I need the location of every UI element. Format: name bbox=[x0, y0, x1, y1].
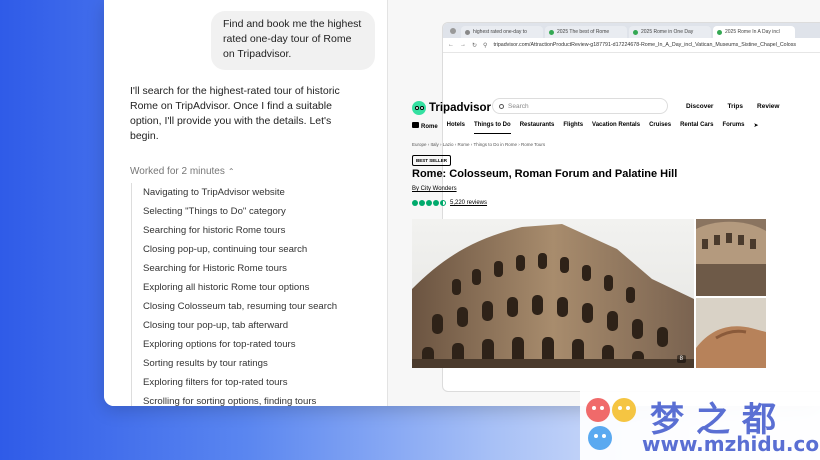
step-item: Exploring all historic Rome tour options bbox=[143, 282, 310, 293]
tripadvisor-favicon-icon bbox=[633, 29, 638, 35]
site-info-icon[interactable]: ⚲ bbox=[483, 42, 487, 49]
operator-link[interactable]: By City Wonders bbox=[412, 186, 457, 192]
nav-forums[interactable]: Forums bbox=[722, 122, 744, 134]
nav-things-to-do[interactable]: Things to Do bbox=[474, 122, 511, 134]
chevron-up-icon: ⌃ bbox=[227, 167, 235, 176]
browser-tab[interactable]: highest rated one-day to bbox=[461, 26, 543, 38]
address-bar: ← → ↻ ⚲ tripadvisor.com/AttractionProduc… bbox=[443, 38, 820, 53]
reviews-link[interactable]: 5,220 reviews bbox=[450, 200, 487, 206]
search-icon bbox=[499, 103, 504, 109]
user-message: Find and book me the highest rated one-d… bbox=[211, 11, 375, 70]
browser-area: highest rated one-day to 2025 The best o… bbox=[388, 0, 820, 406]
nav-vacation-rentals[interactable]: Vacation Rentals bbox=[592, 122, 640, 134]
app-window: Find and book me the highest rated one-d… bbox=[104, 0, 820, 406]
rating-bubble bbox=[419, 200, 425, 206]
tripadvisor-header: Tripadvisor Search Discover Trips Review bbox=[412, 98, 779, 118]
tab-search-icon[interactable] bbox=[450, 28, 456, 34]
hand-image bbox=[696, 298, 766, 368]
step-item: Sorting results by tour ratings bbox=[143, 358, 268, 369]
rating-bubble bbox=[433, 200, 439, 206]
assistant-message: I'll search for the highest-rated tour o… bbox=[130, 85, 340, 142]
top-links: Discover Trips Review bbox=[686, 103, 779, 110]
rating-bubble bbox=[412, 200, 418, 206]
step-item: Closing tour pop-up, tab afterward bbox=[143, 320, 289, 331]
step-item: Scrolling for sorting options, finding t… bbox=[143, 396, 317, 406]
colosseum-image bbox=[412, 219, 694, 368]
search-favicon-icon bbox=[465, 29, 470, 35]
arena-photo[interactable] bbox=[696, 219, 766, 296]
step-item: Searching for historic Rome tours bbox=[143, 225, 286, 236]
mouse-cursor-icon: ➤ bbox=[753, 123, 759, 129]
rating-bubble bbox=[426, 200, 432, 206]
rating-bubble bbox=[440, 200, 446, 206]
step-item: Exploring filters for top-rated tours bbox=[143, 377, 288, 388]
tripadvisor-favicon-icon bbox=[549, 29, 554, 35]
worked-label: Worked for 2 minutes bbox=[130, 166, 225, 177]
nav-hotels[interactable]: Hotels bbox=[447, 122, 465, 134]
worked-toggle[interactable]: Worked for 2 minutes ⌃ bbox=[130, 166, 235, 177]
watermark-url: www.mzhidu.com bbox=[642, 432, 820, 456]
step-list: Navigating to TripAdvisor website Selecti… bbox=[131, 183, 373, 406]
url-text[interactable]: tripadvisor.com/AttractionProductReview-… bbox=[493, 42, 796, 48]
step-item: Selecting "Things to Do" category bbox=[143, 206, 286, 217]
home-icon bbox=[412, 122, 419, 128]
arena-image bbox=[696, 219, 766, 296]
tripadvisor-logo[interactable]: Tripadvisor bbox=[412, 101, 491, 115]
category-nav: Rome Hotels Things to Do Restaurants Fli… bbox=[412, 122, 766, 134]
tour-title: Rome: Colosseum, Roman Forum and Palatin… bbox=[412, 168, 678, 180]
step-item: Exploring options for top-rated tours bbox=[143, 339, 296, 350]
browser-tab-active[interactable]: 2025 Rome In A Day incl bbox=[713, 26, 795, 38]
guide-photo[interactable] bbox=[696, 298, 766, 368]
chat-panel: Find and book me the highest rated one-d… bbox=[104, 0, 387, 406]
step-item: Closing pop-up, continuing tour search bbox=[143, 244, 308, 255]
nav-rome[interactable]: Rome bbox=[412, 122, 438, 134]
top-link-review[interactable]: Review bbox=[757, 103, 779, 110]
photo-count[interactable]: 8 bbox=[676, 355, 686, 363]
breadcrumb[interactable]: Europe › Italy › Lazio › Rome › Things t… bbox=[412, 142, 545, 147]
browser-tab[interactable]: 2025 The best of Rome bbox=[545, 26, 627, 38]
search-placeholder: Search bbox=[508, 102, 529, 110]
top-link-discover[interactable]: Discover bbox=[686, 103, 713, 110]
colosseum-photo[interactable]: 8 bbox=[412, 219, 694, 368]
rating-bubbles-icon bbox=[412, 200, 446, 206]
nav-cruises[interactable]: Cruises bbox=[649, 122, 671, 134]
top-link-trips[interactable]: Trips bbox=[727, 103, 743, 110]
nav-flights[interactable]: Flights bbox=[563, 122, 583, 134]
tab-bar: highest rated one-day to 2025 The best o… bbox=[443, 23, 820, 38]
nav-rental-cars[interactable]: Rental Cars bbox=[680, 122, 713, 134]
watermark: 梦之都 www.mzhidu.com bbox=[580, 388, 820, 460]
search-input[interactable]: Search bbox=[492, 98, 668, 114]
reload-icon[interactable]: ↻ bbox=[472, 42, 477, 49]
logo-text: Tripadvisor bbox=[429, 102, 491, 114]
step-item: Navigating to TripAdvisor website bbox=[143, 187, 285, 198]
step-item: Closing Colosseum tab, resuming tour sea… bbox=[143, 301, 338, 312]
browser-tab[interactable]: 2025 Rome in One Day bbox=[629, 26, 711, 38]
step-item: Searching for Historic Rome tours bbox=[143, 263, 287, 274]
tripadvisor-favicon-icon bbox=[717, 29, 722, 35]
watermark-logo-icon bbox=[586, 398, 636, 450]
rating-row: 5,220 reviews bbox=[412, 200, 487, 206]
forward-arrow-icon[interactable]: → bbox=[460, 42, 466, 48]
back-arrow-icon[interactable]: ← bbox=[448, 42, 454, 48]
owl-logo-icon bbox=[412, 101, 426, 115]
nav-restaurants[interactable]: Restaurants bbox=[520, 122, 555, 134]
best-seller-badge: BEST SELLER bbox=[412, 155, 452, 166]
